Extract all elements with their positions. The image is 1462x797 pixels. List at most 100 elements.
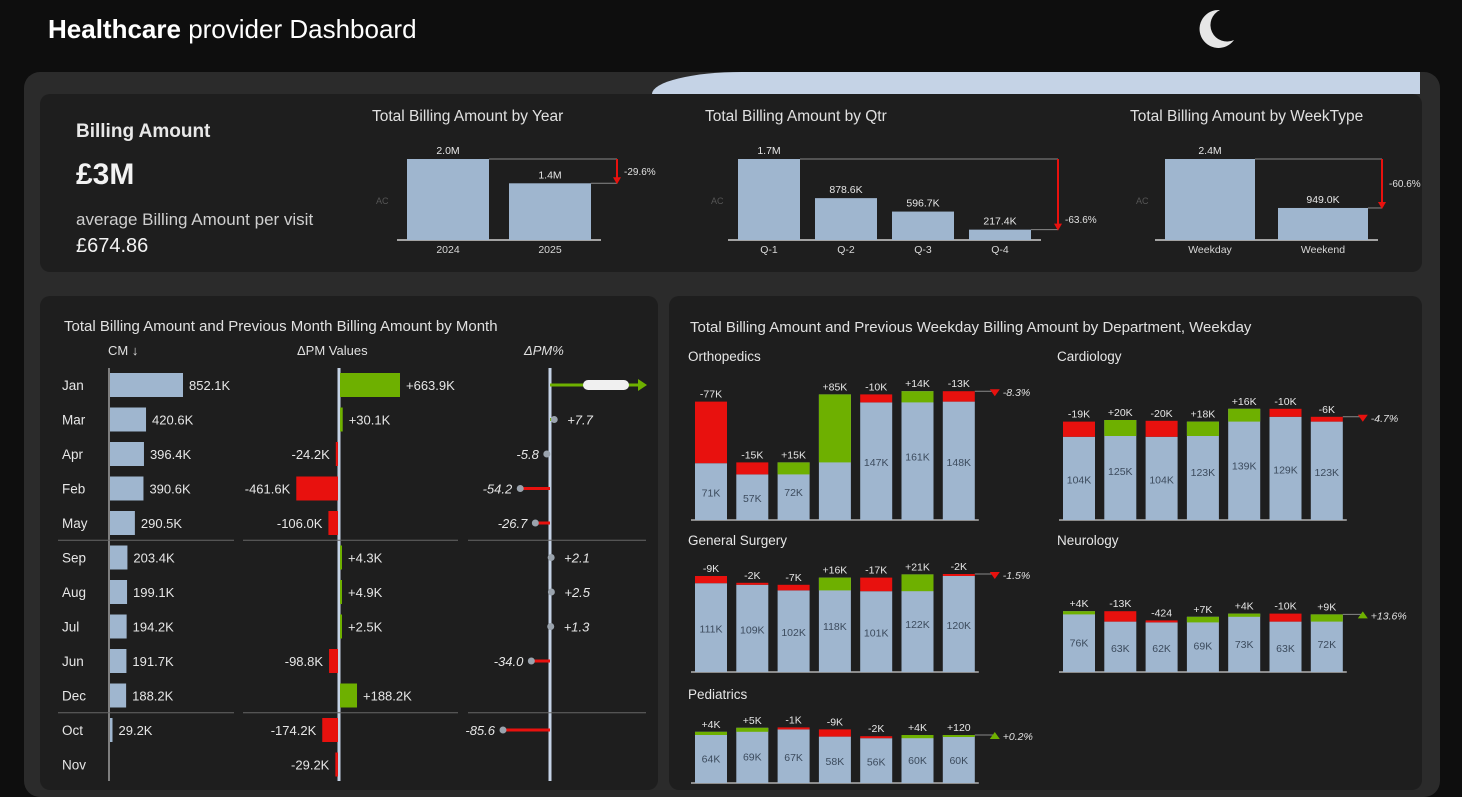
bar-value-label: 2.4M (1198, 145, 1221, 157)
tick-label: Q-4 (991, 244, 1009, 256)
delta-label: -461.6K (245, 482, 291, 497)
delta-label: -13K (1109, 598, 1131, 610)
delta-label: -1K (785, 714, 801, 726)
pct-dot (527, 657, 535, 665)
month-label: Nov (62, 758, 86, 773)
delta-label: -2K (868, 723, 884, 735)
cm-bar (110, 683, 127, 708)
delta-label: -17K (865, 565, 887, 577)
delta-label: +4K (908, 722, 927, 734)
delta-bar (695, 576, 727, 584)
bar (969, 229, 1031, 240)
panel-title: Pediatrics (688, 687, 748, 702)
delta-bar (340, 545, 342, 570)
bar-value-label: 72K (784, 487, 803, 499)
variance-label: -29.6% (624, 167, 656, 178)
header-tab-shape (652, 72, 1420, 94)
total-label: -4.7% (1371, 413, 1398, 425)
delta-label: +120 (947, 722, 971, 734)
chart-title: Total Billing Amount and Previous Month … (64, 318, 498, 335)
bar-value-label: 949.0K (1306, 194, 1339, 206)
delta-label: +2.5K (348, 620, 383, 635)
month-label: Apr (62, 447, 84, 462)
cm-bar (110, 373, 183, 397)
pct-label: +1.3 (564, 620, 590, 635)
bar-value-label: 1.4M (538, 169, 561, 181)
bar-value-label: 109K (740, 624, 765, 636)
bar (1278, 207, 1368, 240)
bar-value-label: 111K (700, 624, 723, 636)
bar-value-label: 72K (1317, 639, 1336, 651)
delta-label: -2K (744, 570, 760, 582)
delta-label: -10K (865, 381, 887, 393)
page-title: Healthcare provider Dashboard (48, 14, 417, 44)
bar-value-label: 2.0M (436, 145, 459, 157)
month-label: Feb (62, 482, 85, 497)
variance-label: -60.6% (1389, 179, 1421, 190)
panel-title: General Surgery (688, 533, 787, 548)
chart-title: Total Billing Amount and Previous Weekda… (690, 319, 1252, 336)
cm-label: 194.2K (133, 620, 175, 635)
bar-value-label: 139K (1232, 460, 1257, 472)
tick-label: Weekend (1301, 244, 1345, 256)
bar-value-label: 60K (949, 755, 968, 767)
delta-label: -13K (948, 378, 970, 390)
delta-bar (1310, 614, 1343, 622)
delta-bar (335, 752, 338, 777)
total-arrow (1357, 414, 1368, 422)
delta-label: -20K (1151, 408, 1173, 420)
chart-month: Total Billing Amount and Previous Month … (58, 318, 647, 781)
chart-qtr: Total Billing Amount by Qtr AC 1.7M Q-1 878.… (705, 108, 1097, 256)
delta-bar (1145, 420, 1178, 437)
delta-bar (1186, 616, 1219, 623)
delta-label: +30.1K (349, 413, 391, 428)
delta-bar (901, 391, 934, 403)
delta-label: +663.9K (406, 378, 455, 393)
cm-label: 852.1K (189, 378, 231, 393)
month-label: Mar (62, 413, 86, 428)
bar-value-label: 129K (1273, 464, 1298, 476)
kpi-sub-label: average Billing Amount per visit (76, 210, 314, 229)
cm-bar (110, 718, 113, 742)
cm-bar (110, 580, 128, 604)
delta-label: +7K (1193, 604, 1212, 616)
chart-department: Total Billing Amount and Previous Weekda… (688, 319, 1407, 784)
delta-bar (942, 574, 975, 576)
delta-bar (777, 462, 810, 475)
cm-bar (110, 407, 147, 432)
bar-value-label: 125K (1108, 466, 1133, 478)
delta-bar (340, 580, 342, 604)
delta-bar (1269, 408, 1302, 417)
delta-label: +15K (781, 449, 806, 461)
delta-label: -6K (1319, 404, 1335, 416)
delta-label: +18K (1190, 409, 1215, 421)
cm-bar (110, 545, 128, 570)
moon-icon[interactable] (1192, 6, 1238, 52)
pct-dot (499, 726, 507, 734)
bar-value-label: 147K (864, 457, 889, 469)
delta-bar (1310, 416, 1343, 422)
cm-label: 191.7K (132, 654, 174, 669)
delta-bar (777, 727, 810, 730)
tick-label: Q-2 (837, 244, 855, 256)
delta-bar (1104, 420, 1137, 436)
bar-value-label: 217.4K (983, 216, 1016, 228)
cm-label: 203.4K (133, 551, 175, 566)
delta-label: +4K (1235, 601, 1254, 613)
variance-label: -63.6% (1065, 215, 1097, 226)
cm-bar (110, 649, 127, 673)
delta-bar (1186, 421, 1219, 436)
pct-label: -54.2 (483, 482, 513, 497)
bar-value-label: 57K (743, 493, 762, 505)
bar-value-label: 69K (1194, 640, 1213, 652)
pct-dot (543, 450, 551, 458)
delta-label: -7K (785, 572, 801, 584)
kpi-value: £3M (76, 158, 135, 191)
pct-dot (550, 416, 558, 423)
bar-value-label: 878.6K (829, 184, 862, 196)
axis-label-ac: AC (376, 196, 389, 206)
delta-bar (340, 683, 358, 708)
delta-bar (340, 614, 342, 639)
bar-value-label: 104K (1149, 474, 1174, 486)
total-label: +0.2% (1003, 731, 1033, 743)
